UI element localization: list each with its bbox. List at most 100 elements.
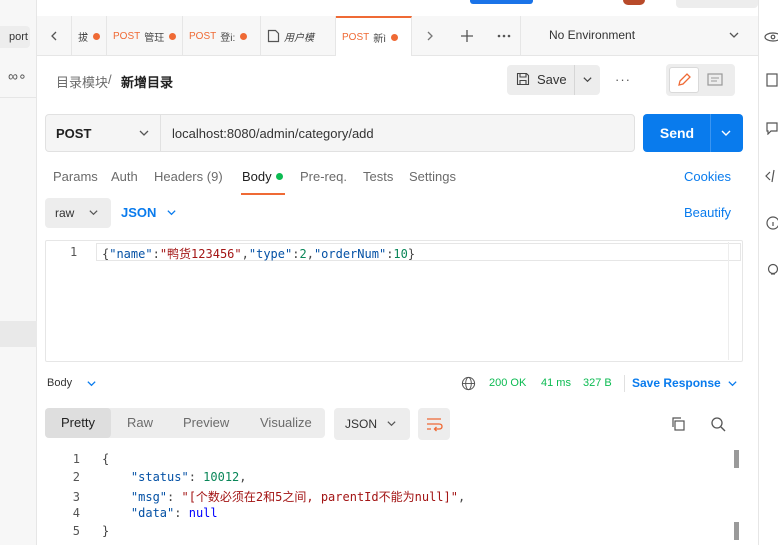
tab-name: 登i:	[220, 32, 236, 44]
tab-headers[interactable]: Headers (9)	[154, 169, 223, 184]
json-brace: {	[102, 452, 110, 466]
send-divider	[710, 114, 711, 152]
comment-icon[interactable]	[764, 121, 778, 135]
tab-name: 管玨	[144, 32, 165, 44]
chevron-down-icon[interactable]	[166, 207, 177, 218]
avatar[interactable]	[623, 0, 645, 5]
response-body-select[interactable]: Body	[47, 377, 72, 389]
tab-method: POST	[113, 30, 141, 42]
search-icon[interactable]	[710, 416, 726, 432]
json-key: "type"	[248, 247, 293, 261]
tab-prereq[interactable]: Pre-req.	[300, 169, 347, 184]
chevron-down-icon[interactable]	[88, 207, 99, 218]
response-divider	[624, 375, 625, 392]
body-mode-label[interactable]: raw	[55, 206, 74, 220]
body-status-dot	[276, 173, 283, 180]
json-brace: }	[102, 524, 110, 538]
document-icon[interactable]	[764, 73, 778, 87]
documentation-icon[interactable]	[705, 70, 725, 90]
chevron-down-icon[interactable]	[720, 127, 732, 139]
response-line: 4 "data": null	[58, 506, 738, 520]
top-upgrade-button[interactable]	[470, 0, 533, 4]
tab-method: POST	[189, 30, 217, 42]
send-button-label[interactable]: Send	[659, 125, 695, 141]
body-type-select[interactable]: JSON	[121, 205, 156, 220]
code-icon[interactable]	[764, 169, 778, 183]
copy-icon[interactable]	[670, 416, 686, 432]
response-scrollbar-thumb[interactable]	[734, 522, 739, 540]
response-status[interactable]: 200 OK	[489, 377, 526, 389]
tab-item[interactable]: 用户模	[261, 16, 336, 56]
document-icon	[267, 29, 280, 43]
globe-icon[interactable]	[461, 376, 476, 391]
request-body-code[interactable]: {"name":"鸭货123456","type":2,"orderNum":1…	[102, 245, 415, 262]
response-format-label[interactable]: JSON	[345, 417, 377, 431]
json-null-value: null	[188, 506, 218, 520]
tab-preview[interactable]: Preview	[183, 415, 229, 430]
top-search-bar[interactable]	[676, 0, 758, 8]
tab-raw[interactable]: Raw	[127, 415, 153, 430]
chevron-down-icon[interactable]	[727, 378, 738, 389]
cookies-link[interactable]: Cookies	[684, 169, 731, 184]
tab-visualize[interactable]: Visualize	[260, 415, 312, 430]
tab-name: 新ì	[373, 33, 387, 45]
json-comma: ,	[306, 247, 314, 261]
tab-headers-label: Headers	[154, 169, 204, 184]
tab-settings[interactable]: Settings	[409, 169, 456, 184]
chevron-down-icon[interactable]	[386, 418, 397, 429]
response-time[interactable]: 41 ms	[541, 377, 571, 389]
json-key: "name"	[109, 247, 153, 261]
wrap-lines-icon	[427, 418, 443, 432]
info-icon[interactable]	[764, 216, 778, 230]
save-response-button[interactable]: Save Response	[632, 376, 721, 390]
breadcrumb-separator: /	[108, 72, 112, 87]
more-actions-button[interactable]: ···	[615, 72, 631, 87]
save-button[interactable]: Save	[537, 72, 567, 87]
eye-icon[interactable]	[764, 30, 778, 44]
unsaved-dot	[391, 33, 399, 41]
tab-more-button[interactable]	[487, 16, 521, 56]
tab-auth[interactable]: Auth	[111, 169, 138, 184]
wrap-lines-button[interactable]	[418, 408, 450, 440]
unsaved-dot	[169, 32, 177, 40]
json-number-value: 10	[393, 247, 408, 261]
response-scrollbar-thumb[interactable]	[734, 450, 739, 468]
line-number: 1	[70, 245, 78, 259]
sidebar-divider	[0, 97, 37, 98]
chevron-down-icon[interactable]	[86, 378, 97, 389]
editor-scrollbar[interactable]	[728, 242, 742, 360]
more-options-icon[interactable]: ∞∘	[8, 68, 27, 85]
chevron-down-icon[interactable]	[728, 29, 740, 41]
tab-body[interactable]: Body	[242, 169, 272, 184]
response-size[interactable]: 327 B	[583, 377, 612, 389]
http-method-select[interactable]: POST	[56, 126, 91, 141]
chevron-down-icon[interactable]	[582, 74, 593, 85]
import-button[interactable]: port	[0, 26, 30, 48]
sidebar-selected-item[interactable]	[0, 321, 37, 347]
tab-item[interactable]: 拔	[72, 16, 107, 56]
json-key: "data"	[130, 506, 175, 520]
tab-scroll-left[interactable]	[37, 16, 72, 56]
pencil-icon	[678, 73, 691, 86]
json-colon: :	[174, 506, 189, 520]
response-line: 2 "status": 10012,	[58, 470, 738, 484]
lightbulb-icon[interactable]	[764, 263, 778, 277]
edit-mode-button[interactable]	[669, 67, 699, 93]
environment-select[interactable]: No Environment	[549, 28, 635, 42]
tab-params[interactable]: Params	[53, 169, 98, 184]
line-number: 4	[72, 506, 80, 520]
line-number: 2	[72, 470, 80, 484]
tab-name: 拔	[78, 32, 88, 44]
tab-item[interactable]: POST 登i:	[183, 16, 261, 56]
url-input[interactable]: localhost:8080/admin/category/add	[172, 126, 622, 141]
tab-scroll-right[interactable]	[412, 16, 448, 56]
breadcrumb-parent[interactable]: 目录模块	[56, 72, 108, 91]
beautify-link[interactable]: Beautify	[684, 205, 731, 220]
tab-pretty[interactable]: Pretty	[61, 415, 95, 430]
new-tab-button[interactable]	[452, 16, 482, 56]
tab-item-active[interactable]: POST 新ì	[336, 16, 412, 56]
page-title[interactable]: 新增目录	[121, 72, 173, 91]
tab-item[interactable]: POST 管玨	[107, 16, 183, 56]
chevron-down-icon[interactable]	[138, 127, 150, 139]
tab-tests[interactable]: Tests	[363, 169, 393, 184]
